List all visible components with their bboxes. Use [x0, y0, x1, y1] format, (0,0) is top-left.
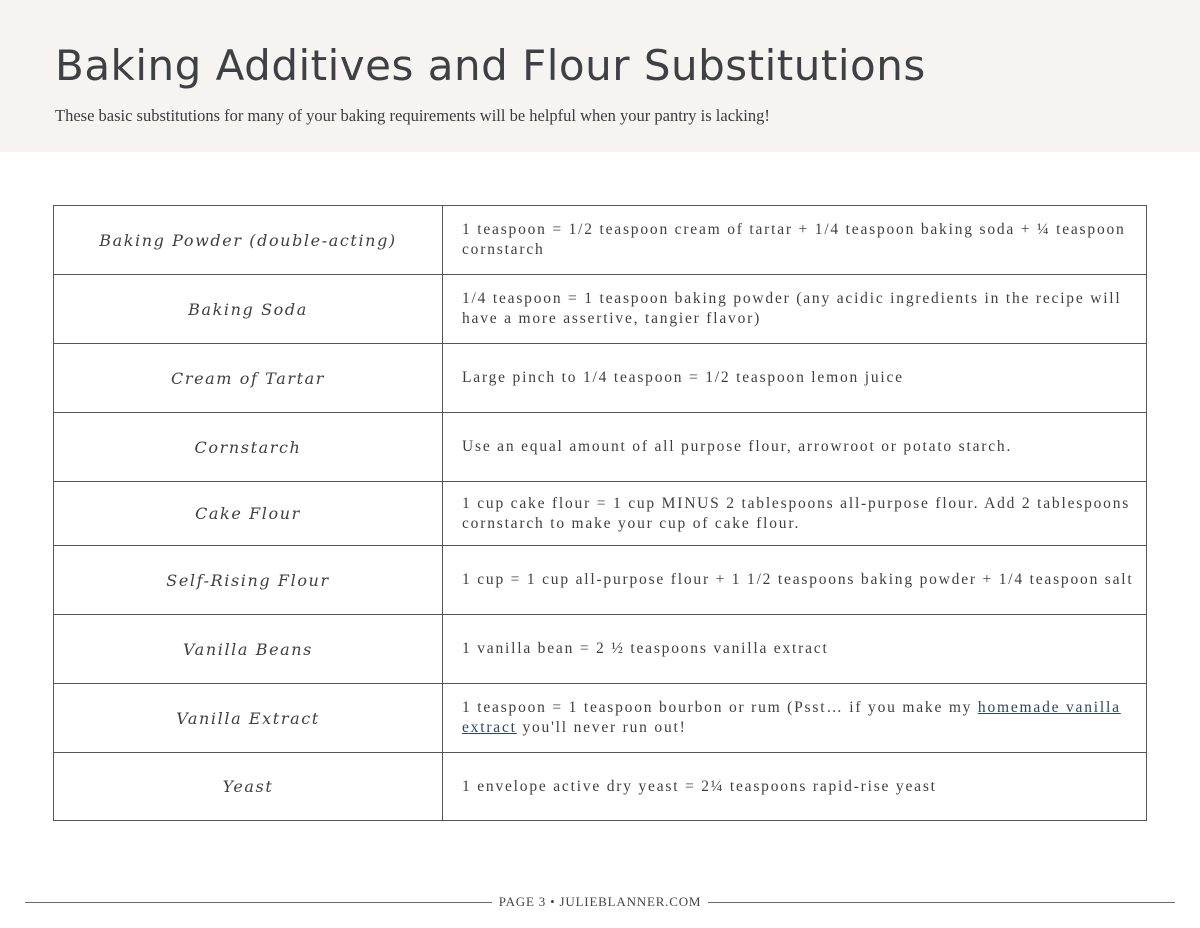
substitution-cell: 1 cup cake flour = 1 cup MINUS 2 tablesp…: [442, 481, 1147, 546]
page-title: Baking Additives and Flour Substitutions: [55, 41, 926, 90]
footer-label: PAGE 3 • JULIEBLANNER.COM: [498, 894, 702, 909]
table-row: Vanilla Extract 1 teaspoon = 1 teaspoon …: [53, 683, 1147, 753]
ingredient-cell: Self-Rising Flour: [53, 545, 443, 615]
table-row: Baking Powder (double-acting) 1 teaspoon…: [53, 205, 1147, 275]
substitution-cell: 1 cup = 1 cup all-purpose flour + 1 1/2 …: [442, 545, 1147, 615]
table-row: Cake Flour 1 cup cake flour = 1 cup MINU…: [53, 481, 1147, 546]
substitution-text: you'll never run out!: [516, 719, 687, 736]
footer-divider-right: [708, 901, 1176, 903]
table-row: Cornstarch Use an equal amount of all pu…: [53, 412, 1147, 482]
substitutions-table: Baking Powder (double-acting) 1 teaspoon…: [53, 205, 1147, 821]
page-subtitle: These basic substitutions for many of yo…: [55, 106, 770, 125]
substitution-cell: Large pinch to 1/4 teaspoon = 1/2 teaspo…: [442, 343, 1147, 413]
table-row: Baking Soda 1/4 teaspoon = 1 teaspoon ba…: [53, 274, 1147, 344]
substitution-cell: Use an equal amount of all purpose flour…: [442, 412, 1147, 482]
ingredient-cell: Vanilla Extract: [53, 683, 443, 753]
ingredient-cell: Baking Soda: [53, 274, 443, 344]
substitution-cell: 1 teaspoon = 1/2 teaspoon cream of tarta…: [442, 205, 1147, 275]
table-row: Self-Rising Flour 1 cup = 1 cup all-purp…: [53, 545, 1147, 615]
table-row: Vanilla Beans 1 vanilla bean = 2 ½ teasp…: [53, 614, 1147, 684]
ingredient-cell: Cake Flour: [53, 481, 443, 546]
substitution-text: 1 teaspoon = 1 teaspoon bourbon or rum (…: [462, 699, 978, 716]
ingredient-cell: Baking Powder (double-acting): [53, 205, 443, 275]
ingredient-cell: Vanilla Beans: [53, 614, 443, 684]
ingredient-cell: Cornstarch: [53, 412, 443, 482]
substitution-cell: 1 teaspoon = 1 teaspoon bourbon or rum (…: [442, 683, 1147, 753]
page-footer: PAGE 3 • JULIEBLANNER.COM: [25, 893, 1176, 911]
page-header: Baking Additives and Flour Substitutions…: [0, 0, 1200, 152]
ingredient-cell: Cream of Tartar: [53, 343, 443, 413]
ingredient-cell: Yeast: [53, 752, 443, 821]
footer-divider-left: [25, 901, 492, 903]
substitution-cell: 1 vanilla bean = 2 ½ teaspoons vanilla e…: [442, 614, 1147, 684]
table-row: Cream of Tartar Large pinch to 1/4 teasp…: [53, 343, 1147, 413]
table-row: Yeast 1 envelope active dry yeast = 2¼ t…: [53, 752, 1147, 821]
substitution-cell: 1/4 teaspoon = 1 teaspoon baking powder …: [442, 274, 1147, 344]
substitution-cell: 1 envelope active dry yeast = 2¼ teaspoo…: [442, 752, 1147, 821]
